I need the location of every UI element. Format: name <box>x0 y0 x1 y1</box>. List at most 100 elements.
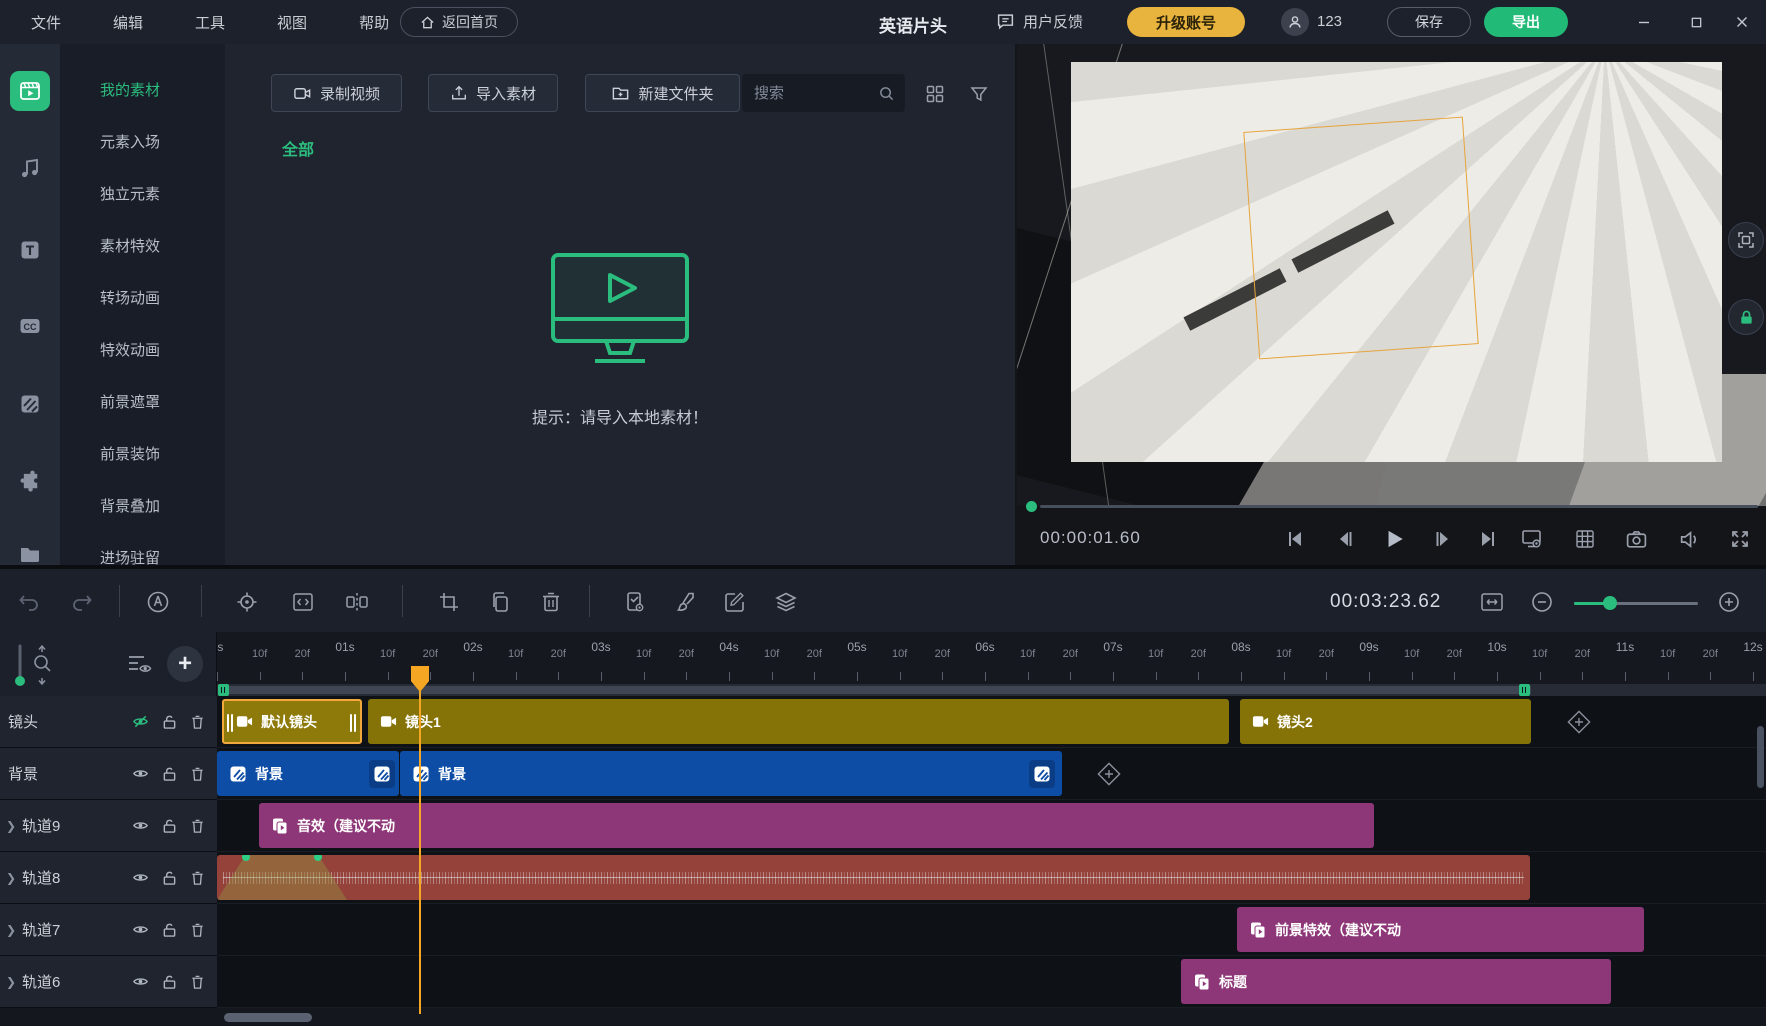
category-foreground-decor[interactable]: 前景装饰 <box>60 427 225 479</box>
track-expand-chevron[interactable]: ❯ <box>0 871 22 885</box>
track-visibility-icon[interactable] <box>132 973 149 990</box>
category-element-entrance[interactable]: 元素入场 <box>60 115 225 167</box>
search-input[interactable] <box>752 84 878 103</box>
fullscreen-icon[interactable] <box>1727 526 1753 552</box>
avatar[interactable] <box>1281 8 1309 36</box>
category-background-overlay[interactable]: 背景叠加 <box>60 479 225 531</box>
record-video-button[interactable]: 录制视频 <box>271 74 402 112</box>
track-header[interactable]: ❯ 轨道7 <box>0 904 217 956</box>
playhead-line[interactable] <box>419 668 421 1014</box>
new-folder-button[interactable]: 新建文件夹 <box>585 74 740 112</box>
add-keyframe-button[interactable] <box>1563 706 1595 738</box>
volume-icon[interactable] <box>1676 526 1702 552</box>
marker-icon[interactable] <box>145 589 171 615</box>
sidebar-item-text[interactable] <box>17 237 43 263</box>
category-transitions[interactable]: 转场动画 <box>60 271 225 323</box>
track-delete-icon[interactable] <box>190 766 205 782</box>
next-frame-button[interactable] <box>1430 526 1456 552</box>
track-visibility-off-icon[interactable] <box>132 713 149 730</box>
add-keyframe-button[interactable] <box>1093 758 1125 790</box>
go-to-end-button[interactable] <box>1475 526 1501 552</box>
clip-trim-handle[interactable] <box>350 714 357 732</box>
split-clip-icon[interactable] <box>344 589 370 615</box>
back-home-button[interactable]: 返回首页 <box>400 7 518 37</box>
work-area-start-handle[interactable] <box>218 684 229 696</box>
track-lane[interactable]: 音效（建议不动 <box>217 800 1766 852</box>
hscrollbar-thumb[interactable] <box>224 1013 312 1022</box>
zoom-out-icon[interactable] <box>1529 589 1555 615</box>
timeline-clip[interactable]: 背景 <box>400 751 1062 796</box>
search-icon[interactable] <box>878 85 895 102</box>
sidebar-item-plugin[interactable] <box>17 468 43 494</box>
timeline-clip[interactable]: 标题 <box>1181 959 1611 1004</box>
track-expand-chevron[interactable]: ❯ <box>0 923 22 937</box>
layers-icon[interactable] <box>773 589 799 615</box>
edit-icon[interactable] <box>722 589 748 615</box>
filter-icon[interactable] <box>969 84 989 104</box>
transition-badge[interactable] <box>1029 760 1055 788</box>
import-media-button[interactable]: 导入素材 <box>428 74 558 112</box>
fade-handle[interactable] <box>242 855 250 861</box>
transition-badge[interactable] <box>369 760 395 788</box>
play-button[interactable] <box>1381 526 1407 552</box>
zoom-in-icon[interactable] <box>1716 589 1742 615</box>
video-frame[interactable] <box>1071 62 1722 462</box>
seekbar-progress-dot[interactable] <box>1026 501 1037 512</box>
track-header[interactable]: ❯ 轨道6 <box>0 956 217 1008</box>
upgrade-account-button[interactable]: 升级账号 <box>1127 7 1245 37</box>
track-target-icon[interactable] <box>234 589 260 615</box>
track-lock-icon[interactable] <box>162 870 177 886</box>
track-delete-icon[interactable] <box>190 714 205 730</box>
export-button[interactable]: 导出 <box>1484 7 1568 37</box>
save-button[interactable]: 保存 <box>1387 7 1471 37</box>
sidebar-item-captions[interactable]: CC <box>17 313 43 339</box>
account-name[interactable]: 123 <box>1317 13 1342 30</box>
track-header[interactable]: 背景 <box>0 748 217 800</box>
track-lane[interactable]: 前景特效（建议不动 <box>217 904 1766 956</box>
preview-check-icon[interactable] <box>622 589 648 615</box>
track-lane[interactable]: 默认镜头镜头1镜头2 <box>217 696 1766 748</box>
track-header[interactable]: 镜头 <box>0 696 217 748</box>
grid-view-icon[interactable] <box>925 84 945 104</box>
track-lane[interactable]: 背景背景 <box>217 748 1766 800</box>
lock-canvas-button[interactable] <box>1728 299 1764 335</box>
close-button[interactable] <box>1730 10 1754 34</box>
category-entrance-hold[interactable]: 进场驻留 <box>60 531 225 565</box>
go-to-start-button[interactable] <box>1282 526 1308 552</box>
track-lane[interactable]: 标题 <box>217 956 1766 1008</box>
grid-overlay-icon[interactable] <box>1572 526 1598 552</box>
selection-outline[interactable] <box>1243 117 1478 360</box>
track-delete-icon[interactable] <box>190 818 205 834</box>
feedback-button[interactable]: 用户反馈 <box>996 11 1083 32</box>
clip-trim-handle[interactable] <box>227 714 234 732</box>
minimize-button[interactable] <box>1632 10 1656 34</box>
track-header[interactable]: ❯ 轨道9 <box>0 800 217 852</box>
maximize-button[interactable] <box>1684 10 1708 34</box>
undo-icon[interactable] <box>16 589 42 615</box>
menu-view[interactable]: 视图 <box>277 12 307 33</box>
track-lock-icon[interactable] <box>162 922 177 938</box>
sidebar-item-audio[interactable] <box>17 155 43 181</box>
menu-tools[interactable]: 工具 <box>195 12 225 33</box>
category-foreground-masks[interactable]: 前景遮罩 <box>60 375 225 427</box>
code-properties-icon[interactable] <box>290 589 316 615</box>
delete-icon[interactable] <box>538 589 564 615</box>
track-lock-icon[interactable] <box>162 818 177 834</box>
copy-icon[interactable] <box>487 589 513 615</box>
track-visibility-icon[interactable] <box>132 817 149 834</box>
timeline-zoom-thumb[interactable] <box>1603 596 1617 610</box>
track-manager-icon[interactable] <box>126 652 154 676</box>
seekbar[interactable] <box>1040 505 1758 508</box>
timeline-hscrollbar[interactable] <box>0 1008 1766 1026</box>
vscrollbar-thumb[interactable] <box>1757 726 1764 788</box>
track-lane[interactable] <box>217 852 1766 904</box>
timeline-clip[interactable]: 音效（建议不动 <box>259 803 1374 848</box>
filter-tab-all[interactable]: 全部 <box>282 136 314 160</box>
redo-icon[interactable] <box>69 589 95 615</box>
timeline-clip[interactable]: 镜头2 <box>1240 699 1531 744</box>
fit-canvas-button[interactable] <box>1728 222 1764 258</box>
track-lock-icon[interactable] <box>162 974 177 990</box>
track-visibility-icon[interactable] <box>132 869 149 886</box>
track-delete-icon[interactable] <box>190 870 205 886</box>
menu-help[interactable]: 帮助 <box>359 12 389 33</box>
